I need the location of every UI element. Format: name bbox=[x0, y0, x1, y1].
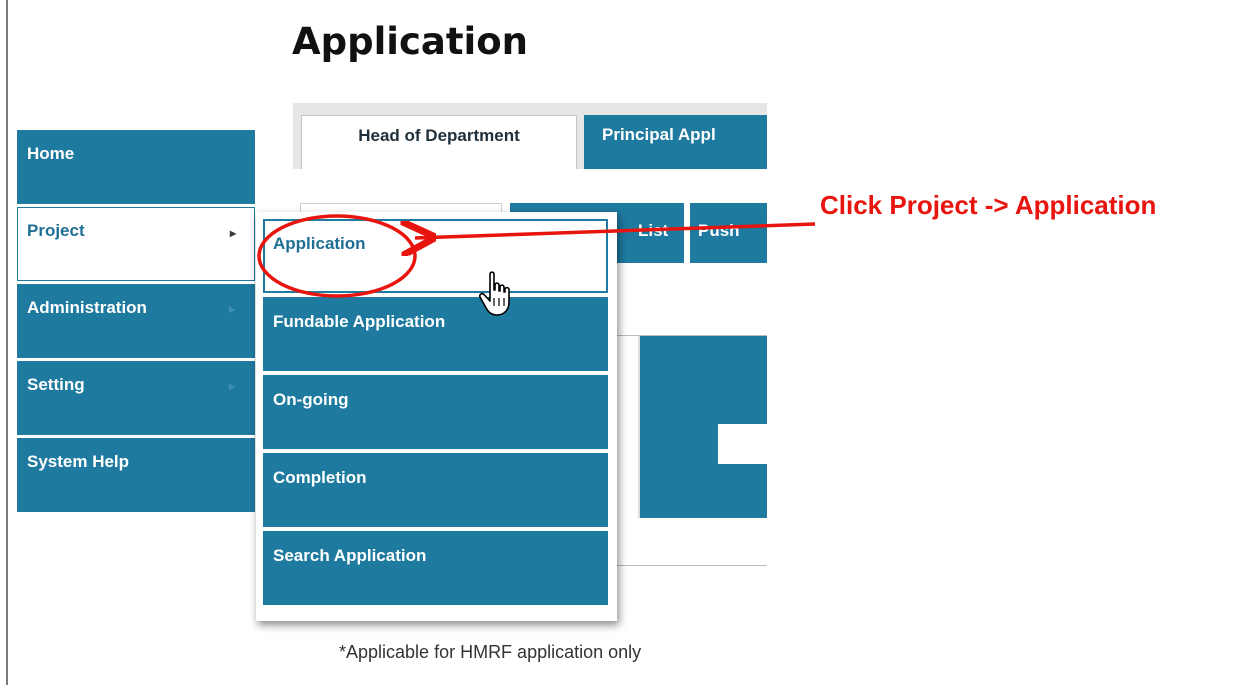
nav-item-setting[interactable]: Setting ▸ bbox=[17, 361, 255, 435]
chevron-right-icon: ▸ bbox=[229, 302, 236, 316]
nav-item-label: Project bbox=[27, 221, 85, 240]
footnote-text: *Applicable for HMRF application only bbox=[339, 642, 642, 662]
sub-tab-list-label: List bbox=[638, 221, 669, 240]
submenu-item-fundable-application[interactable]: Fundable Application bbox=[263, 297, 608, 371]
chevron-right-icon: ▸ bbox=[229, 379, 236, 393]
submenu-item-application[interactable]: Application bbox=[263, 219, 608, 293]
annotation-label: Click Project -> Application bbox=[820, 190, 1157, 220]
tab-principal-applicant[interactable]: Principal Appl bbox=[584, 115, 767, 169]
nav-item-label: Setting bbox=[27, 375, 85, 394]
nav-item-home[interactable]: Home bbox=[17, 130, 255, 204]
tab-head-of-department[interactable]: Head of Department bbox=[301, 115, 577, 169]
left-border-rule bbox=[6, 0, 8, 685]
submenu-item-on-going[interactable]: On-going bbox=[263, 375, 608, 449]
content-header-cell bbox=[638, 336, 778, 518]
submenu-item-search-application[interactable]: Search Application bbox=[263, 531, 608, 605]
nav-item-label: System Help bbox=[27, 452, 130, 471]
chevron-right-icon: ▸ bbox=[230, 226, 237, 240]
tab-bar: Head of Department Principal Appl bbox=[293, 103, 767, 169]
content-input-field[interactable] bbox=[718, 424, 778, 464]
hand-pointer-icon bbox=[479, 271, 510, 316]
nav-item-label: Administration bbox=[27, 298, 147, 317]
nav-item-label: Home bbox=[27, 144, 75, 163]
submenu-item-completion[interactable]: Completion bbox=[263, 453, 608, 527]
page-title: Application bbox=[292, 20, 529, 63]
left-nav: Home Project ▸ Administration ▸ Setting … bbox=[17, 130, 255, 515]
nav-item-administration[interactable]: Administration ▸ bbox=[17, 284, 255, 358]
nav-item-project[interactable]: Project ▸ bbox=[17, 207, 255, 281]
sub-tab-push[interactable]: Push bbox=[690, 203, 767, 263]
nav-item-system-help[interactable]: System Help bbox=[17, 438, 255, 512]
project-submenu: Application Fundable Application On-goin… bbox=[256, 212, 617, 621]
